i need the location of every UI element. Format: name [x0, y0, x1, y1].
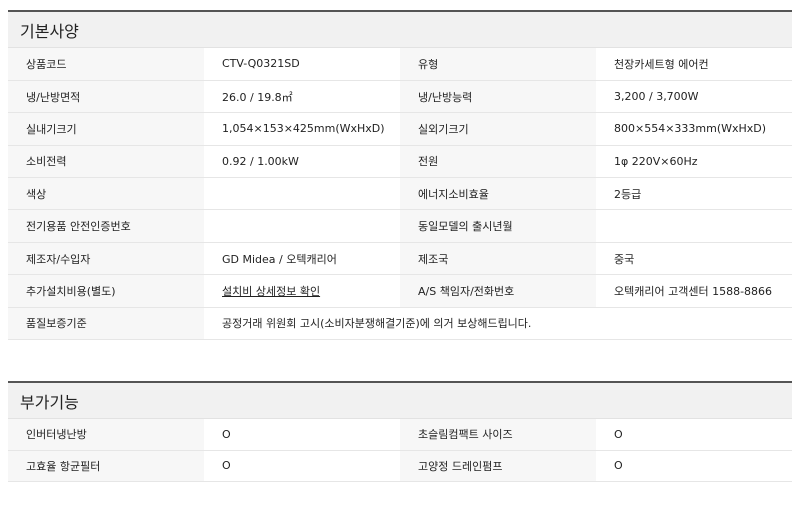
spec-value: [204, 209, 400, 243]
spec-label: 동일모델의 출시년월: [400, 209, 596, 243]
extra-features-table: 인버터냉난방 O 초슬림컴팩트 사이즈 O 고효율 항균필터 O 고양정 드레인…: [8, 419, 792, 482]
spec-label: 냉/난방능력: [400, 80, 596, 114]
table-row: 제조자/수입자 GD Midea / 오텍캐리어 제조국 중국: [8, 242, 792, 276]
feature-label: 초슬림컴팩트 사이즈: [400, 419, 596, 451]
table-row: 소비전력 0.92 / 1.00kW 전원 1φ 220V×60Hz: [8, 145, 792, 179]
extra-features-section: 부가기능 인버터냉난방 O 초슬림컴팩트 사이즈 O 고효율 항균필터 O 고양…: [8, 381, 792, 482]
table-row: 인버터냉난방 O 초슬림컴팩트 사이즈 O: [8, 419, 792, 451]
feature-label: 고효율 항균필터: [8, 450, 204, 482]
table-row: 추가설치비용(별도) 설치비 상세정보 확인 A/S 책임자/전화번호 오텍캐리…: [8, 274, 792, 308]
spec-value: 천장카세트형 에어컨: [596, 48, 792, 81]
table-row: 상품코드 CTV-Q0321SD 유형 천장카세트형 에어컨: [8, 48, 792, 81]
basic-spec-section: 기본사양 상품코드 CTV-Q0321SD 유형 천장카세트형 에어컨 냉/난방…: [8, 10, 792, 341]
extra-features-title: 부가기능: [8, 381, 792, 419]
spec-value: 중국: [596, 242, 792, 276]
spec-label: 제조국: [400, 242, 596, 276]
spec-label: 추가설치비용(별도): [8, 274, 204, 308]
table-row: 고효율 항균필터 O 고양정 드레인펌프 O: [8, 450, 792, 482]
feature-label: 고양정 드레인펌프: [400, 450, 596, 482]
table-row: 냉/난방면적 26.0 / 19.8㎡ 냉/난방능력 3,200 / 3,700…: [8, 80, 792, 114]
spec-label: A/S 책임자/전화번호: [400, 274, 596, 308]
spec-label: 소비전력: [8, 145, 204, 179]
spec-value: [596, 209, 792, 243]
basic-spec-table: 상품코드 CTV-Q0321SD 유형 천장카세트형 에어컨 냉/난방면적 26…: [8, 48, 792, 341]
feature-label: 인버터냉난방: [8, 419, 204, 451]
spec-value: 설치비 상세정보 확인: [204, 274, 400, 308]
feature-value: O: [204, 450, 400, 482]
spec-label: 에너지소비효율: [400, 177, 596, 211]
spec-value: 2등급: [596, 177, 792, 211]
spec-label: 전원: [400, 145, 596, 179]
spec-value: GD Midea / 오텍캐리어: [204, 242, 400, 276]
install-cost-detail-link[interactable]: 설치비 상세정보 확인: [222, 285, 320, 298]
spec-value: 오텍캐리어 고객센터 1588-8866: [596, 274, 792, 308]
spec-label: 실내기크기: [8, 112, 204, 146]
spec-label: 품질보증기준: [8, 307, 204, 341]
table-row: 실내기크기 1,054×153×425mm(WxHxD) 실외기크기 800×5…: [8, 112, 792, 146]
spec-label: 냉/난방면적: [8, 80, 204, 114]
table-row: 색상 에너지소비효율 2등급: [8, 177, 792, 211]
spec-label: 전기용품 안전인증번호: [8, 209, 204, 243]
feature-value: O: [596, 450, 792, 482]
feature-value: O: [204, 419, 400, 451]
spec-value: 1φ 220V×60Hz: [596, 145, 792, 179]
spec-value: 1,054×153×425mm(WxHxD): [204, 112, 400, 146]
feature-value: O: [596, 419, 792, 451]
table-row: 전기용품 안전인증번호 동일모델의 출시년월: [8, 209, 792, 243]
spec-value: [204, 177, 400, 211]
spec-label: 유형: [400, 48, 596, 81]
basic-spec-title: 기본사양: [8, 10, 792, 48]
spec-label: 상품코드: [8, 48, 204, 81]
spec-label: 제조자/수입자: [8, 242, 204, 276]
spec-value: 800×554×333mm(WxHxD): [596, 112, 792, 146]
spec-label: 색상: [8, 177, 204, 211]
spec-value: 26.0 / 19.8㎡: [204, 80, 400, 114]
spec-value: CTV-Q0321SD: [204, 48, 400, 81]
spec-value: 3,200 / 3,700W: [596, 80, 792, 114]
spec-value: 0.92 / 1.00kW: [204, 145, 400, 179]
table-row: 품질보증기준 공정거래 위원회 고시(소비자분쟁해결기준)에 의거 보상해드립니…: [8, 307, 792, 341]
spec-value: 공정거래 위원회 고시(소비자분쟁해결기준)에 의거 보상해드립니다.: [204, 307, 792, 341]
spec-label: 실외기크기: [400, 112, 596, 146]
